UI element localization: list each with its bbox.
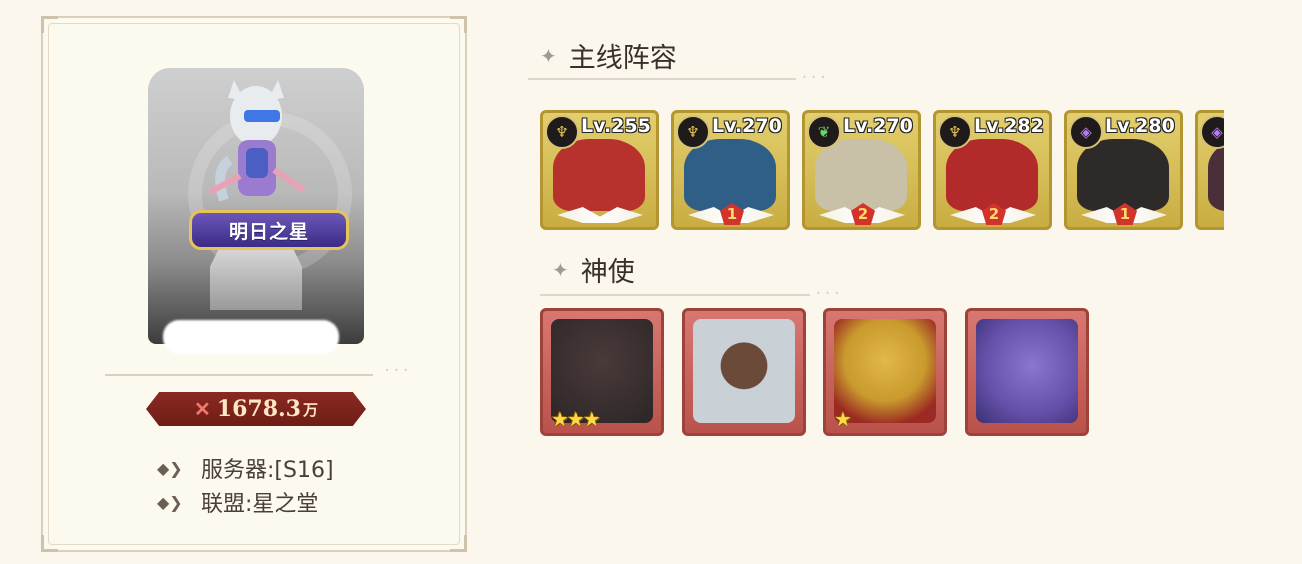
hero-card[interactable]: 1 ♆ Lv.270 — [671, 110, 790, 230]
title-badge: 明日之星 — [189, 210, 349, 250]
section-divider-dots: • • • — [802, 73, 827, 82]
hero-portrait — [684, 139, 776, 211]
hero-portrait — [946, 139, 1038, 211]
spirit-card[interactable] — [965, 308, 1089, 436]
hero-level: Lv.282 — [974, 115, 1044, 137]
spirit-list: ★★★ ★ — [540, 308, 1100, 438]
hero-level: Lv.270 — [843, 115, 913, 137]
hero-lineup: ♆ Lv.255 1 ♆ Lv.270 2 ❦ Lv.270 2 ♆ Lv.28… — [540, 110, 1224, 232]
profile-card: 明日之星 ✕ 1678.3 万 ◆❯ 服务器:[S16] ◆❯ 联盟:星之堂 — [41, 16, 467, 552]
hero-level: Lv.255 — [581, 115, 651, 137]
spirit-card[interactable]: ★ — [823, 308, 947, 436]
player-avatar[interactable] — [148, 68, 364, 344]
diamond-arrow-icon: ◆❯ — [157, 458, 183, 478]
section-divider-dots: • • • — [816, 289, 841, 298]
silver-haired-girl-portrait — [693, 319, 795, 423]
frame-corner — [41, 16, 58, 33]
section-title-spirit: ✦ 神使 — [552, 250, 635, 289]
hero-card[interactable]: 2 ❦ Lv.270 — [802, 110, 921, 230]
player-name-redacted — [163, 320, 339, 354]
server-info: ◆❯ 服务器:[S16] — [157, 452, 334, 484]
section-title-spirit-label: 神使 — [580, 257, 635, 288]
combat-power-unit: 万 — [302, 400, 318, 419]
violet-dragon-portrait — [976, 319, 1078, 423]
hero-card[interactable]: ◈ — [1195, 110, 1224, 230]
divider — [105, 366, 409, 376]
hero-portrait — [815, 139, 907, 211]
diamond-arrow-icon: ◆❯ — [157, 492, 183, 512]
hero-card[interactable]: ♆ Lv.255 — [540, 110, 659, 230]
alliance-info: ◆❯ 联盟:星之堂 — [157, 486, 318, 518]
hero-card[interactable]: 1 ◈ Lv.280 — [1064, 110, 1183, 230]
section-title-lineup-label: 主线阵容 — [568, 43, 677, 74]
star-rating: ★ — [834, 407, 852, 431]
dark-flame-icon: ♆ — [676, 115, 710, 149]
hero-portrait — [553, 139, 645, 211]
crossed-swords-icon: ✕ — [194, 397, 211, 421]
server-label: 服务器:[S16] — [201, 458, 334, 483]
sparkle-icon: ✦ — [540, 43, 557, 68]
void-icon: ◈ — [1069, 115, 1103, 149]
frame-corner — [450, 535, 467, 552]
section-title-lineup: ✦ 主线阵容 — [540, 36, 677, 75]
frame-corner — [41, 535, 58, 552]
dark-flame-icon: ♆ — [545, 115, 579, 149]
nature-icon: ❦ — [807, 115, 841, 149]
pedestal — [210, 248, 302, 310]
hero-level: Lv.280 — [1105, 115, 1175, 137]
hero-level: Lv.270 — [712, 115, 782, 137]
void-icon: ◈ — [1200, 115, 1224, 149]
spirit-card[interactable] — [682, 308, 806, 436]
hero-card[interactable]: 2 ♆ Lv.282 — [933, 110, 1052, 230]
frame-corner — [450, 16, 467, 33]
hero-figure-art — [208, 80, 306, 202]
section-divider — [528, 78, 796, 80]
alliance-label: 联盟:星之堂 — [201, 492, 319, 517]
hero-portrait — [1077, 139, 1169, 211]
hero-portrait — [1208, 139, 1224, 211]
combat-power-banner: ✕ 1678.3 万 — [146, 392, 366, 426]
sparkle-icon: ✦ — [552, 257, 569, 282]
combat-power-value: 1678.3 — [216, 396, 301, 422]
section-divider — [540, 294, 810, 296]
spirit-card[interactable]: ★★★ — [540, 308, 664, 436]
dark-flame-icon: ♆ — [938, 115, 972, 149]
star-rating: ★★★ — [551, 407, 601, 431]
